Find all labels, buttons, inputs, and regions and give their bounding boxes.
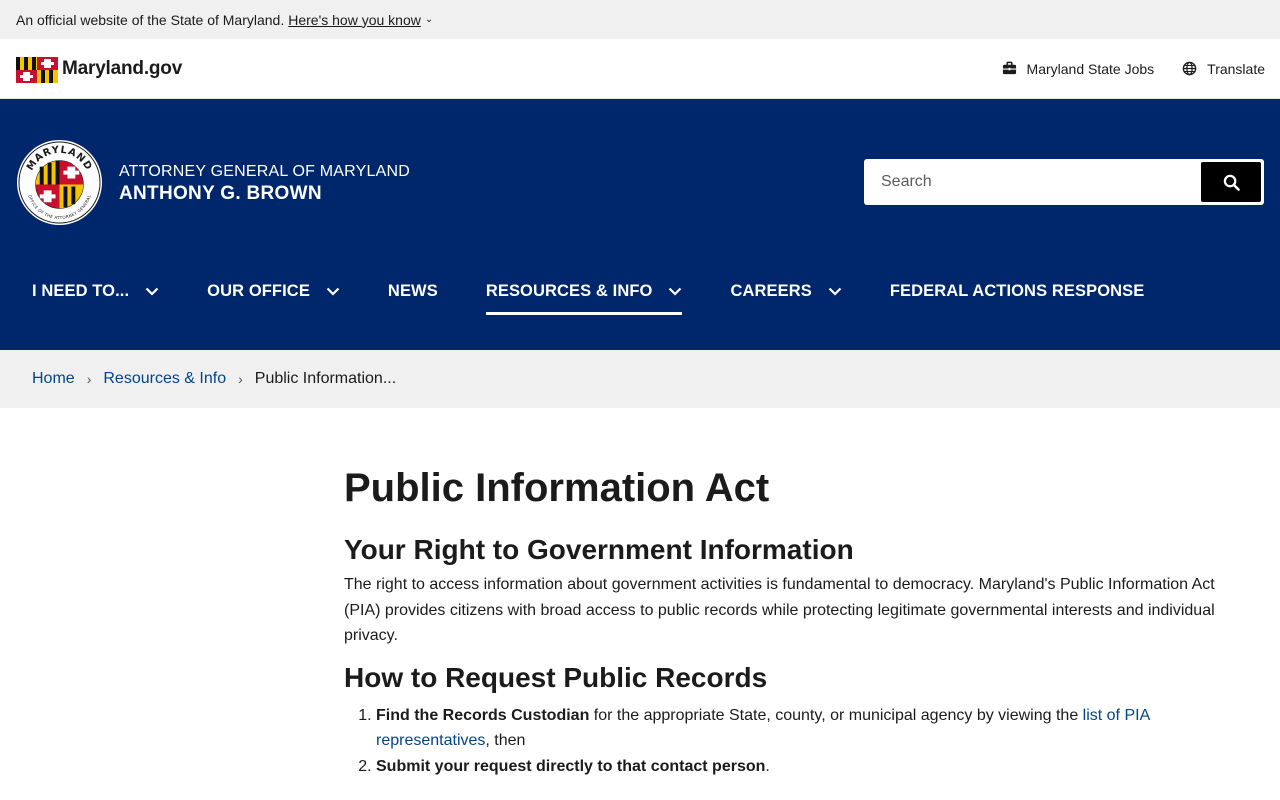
nav-label: FEDERAL ACTIONS RESPONSE [889, 281, 1145, 300]
search-button[interactable] [1201, 162, 1261, 202]
chevron-down-icon [145, 287, 159, 296]
globe-icon [1182, 61, 1197, 76]
nav-careers[interactable]: CAREERS [730, 271, 842, 311]
nav-federal-actions-response[interactable]: FEDERAL ACTIONS RESPONSE [890, 271, 1145, 311]
nav-label: I NEED TO... [32, 281, 130, 300]
chevron-right-icon: › [238, 371, 243, 387]
nav-our-office[interactable]: OUR OFFICE [207, 271, 340, 311]
intro-paragraph: The right to access information about go… [344, 576, 1215, 644]
step-text: for the appropriate State, county, or mu… [589, 706, 1083, 724]
state-jobs-link[interactable]: Maryland State Jobs [1002, 60, 1155, 77]
nav-label: CAREERS [730, 281, 812, 300]
nav-news[interactable]: NEWS [388, 271, 438, 311]
attorney-general-seal[interactable]: MARYLAND OFFICE OF THE ATTORNEY GENERAL [16, 139, 103, 226]
chevron-down-icon [828, 287, 842, 296]
chevron-down-icon[interactable]: ⌄ [425, 14, 433, 25]
list-item: Submit your request directly to that con… [376, 754, 1244, 780]
page-title: Public Information Act [344, 466, 770, 510]
agency-name: ATTORNEY GENERAL OF MARYLAND [119, 163, 410, 180]
main-navigation: I NEED TO... OUR OFFICE NEWS RESOURCES &… [32, 271, 1192, 315]
breadcrumb-current: Public Information... [254, 370, 397, 387]
chevron-down-icon [326, 287, 340, 296]
attorney-general-name: ANTHONY G. BROWN [119, 183, 322, 204]
how-you-know-link[interactable]: Here's how you know [288, 12, 421, 28]
utility-bar: Maryland.gov Maryland State Jobs Transla… [0, 39, 1280, 99]
nav-label: NEWS [387, 281, 438, 300]
nav-i-need-to[interactable]: I NEED TO... [32, 271, 159, 311]
breadcrumb-resources-info[interactable]: Resources & Info [103, 370, 226, 388]
translate-label: Translate [1207, 60, 1265, 77]
step-bold-text: Find the Records Custodian [376, 706, 590, 724]
step-text: . [765, 757, 770, 775]
official-website-banner: An official website of the State of Mary… [0, 0, 1280, 39]
search-box [864, 159, 1264, 205]
maryland-flag-icon [16, 56, 58, 83]
main-content: Public Information Act Your Right to Gov… [344, 465, 1244, 779]
breadcrumb: Home › Resources & Info › Public Informa… [0, 350, 1280, 408]
section-heading-how-to-request: How to Request Public Records [344, 661, 768, 693]
chevron-down-icon [669, 287, 682, 296]
maryland-gov-logo[interactable]: Maryland.gov [16, 54, 182, 84]
step-bold-text: Submit your request directly to that con… [376, 757, 766, 775]
utility-links: Maryland State Jobs Translate [1002, 61, 1265, 77]
translate-button[interactable]: Translate [1182, 61, 1265, 77]
chevron-right-icon: › [86, 371, 92, 387]
agency-header: MARYLAND OFFICE OF THE ATTORNEY GENERAL … [0, 99, 1280, 350]
nav-label: OUR OFFICE [207, 281, 310, 300]
breadcrumb-home[interactable]: Home [32, 370, 75, 388]
briefcase-icon [1002, 61, 1016, 75]
request-steps-list: Find the Records Custodian for the appro… [344, 703, 1244, 780]
nav-label: RESOURCES & INFO [485, 281, 653, 300]
step-text-after: , then [485, 732, 526, 749]
logo-text: Maryland.gov [62, 57, 183, 79]
section-heading-right-to-information: Your Right to Government Information [344, 534, 854, 565]
state-jobs-label: Maryland State Jobs [1026, 60, 1155, 77]
agency-title[interactable]: ATTORNEY GENERAL OF MARYLAND ANTHONY G. … [119, 163, 410, 205]
list-item: Find the Records Custodian for the appro… [376, 703, 1244, 754]
banner-text: An official website of the State of Mary… [16, 11, 285, 28]
search-input[interactable] [867, 162, 1201, 202]
nav-resources-info[interactable]: RESOURCES & INFO [485, 271, 683, 315]
search-icon [1223, 174, 1240, 191]
